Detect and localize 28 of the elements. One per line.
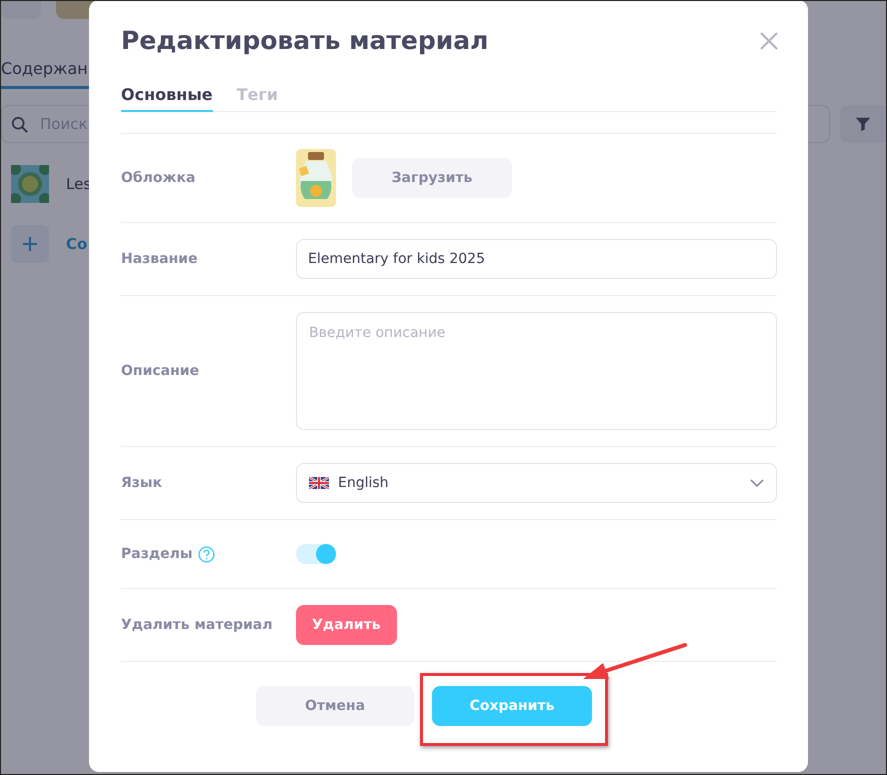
create-link[interactable]: Со	[66, 235, 88, 253]
flag-icon	[309, 477, 329, 489]
field-label: Обложка	[121, 170, 196, 186]
field-label: Разделы	[121, 546, 193, 562]
upload-button[interactable]: Загрузить	[352, 158, 512, 198]
tab[interactable]: Основные	[121, 85, 213, 112]
delete-button[interactable]: Удалить	[296, 605, 397, 645]
plus-icon	[22, 236, 38, 252]
add-button[interactable]	[11, 225, 49, 263]
save-button[interactable]: Сохранить	[432, 686, 592, 726]
filter-button[interactable]	[840, 105, 886, 143]
cancel-button[interactable]: Отмена	[256, 686, 414, 726]
toggle-switch[interactable]	[296, 544, 336, 564]
toolbar-button[interactable]	[1, 1, 41, 19]
search-icon	[11, 116, 29, 134]
dialog-title: Редактировать материал	[121, 26, 488, 55]
field-label: Язык	[121, 475, 162, 491]
field-label: Удалить материал	[121, 617, 272, 633]
field-label: Описание	[121, 363, 200, 379]
filter-icon	[854, 115, 872, 133]
description-field[interactable]: Введите описание	[296, 312, 777, 430]
name-field[interactable]: Elementary for kids 2025	[296, 239, 777, 279]
close-icon[interactable]	[759, 30, 779, 50]
chevron-down-icon	[750, 479, 764, 487]
tab[interactable]: Теги	[236, 85, 278, 112]
language-select[interactable]: English	[296, 463, 777, 503]
help-icon[interactable]	[198, 546, 215, 562]
field-label: Название	[121, 251, 198, 267]
